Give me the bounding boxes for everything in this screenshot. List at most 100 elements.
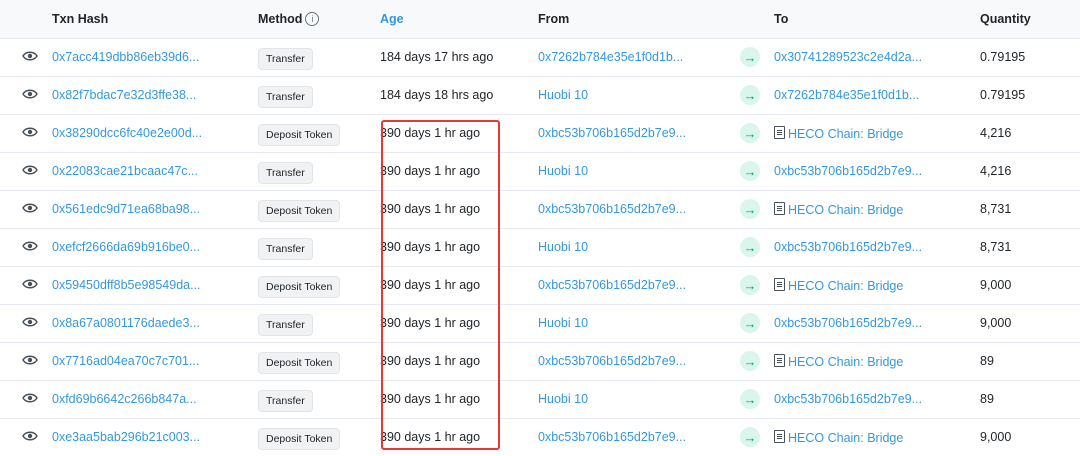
direction-cell: → (740, 342, 774, 380)
to-address-link[interactable]: HECO Chain: Bridge (788, 431, 903, 445)
from-address-link[interactable]: Huobi 10 (538, 88, 588, 102)
txn-hash-link[interactable]: 0x8a67a0801176daede3... (52, 316, 200, 330)
method-cell: Deposit Token (258, 190, 380, 228)
age-text: 390 days 1 hr ago (380, 240, 481, 254)
transactions-table: Txn Hash Method i Age From To Quantity 0x… (0, 0, 1080, 456)
to-address-link[interactable]: HECO Chain: Bridge (788, 355, 903, 369)
to-address-link[interactable]: 0x30741289523c2e4d2a... (774, 50, 922, 64)
to-address-link[interactable]: 0xbc53b706b165d2b7e9... (774, 164, 922, 178)
to-address-link[interactable]: HECO Chain: Bridge (788, 279, 903, 293)
quantity-cell: 4,216 (980, 152, 1080, 190)
header-quantity: Quantity (980, 0, 1080, 38)
arrow-right-icon: → (740, 199, 760, 219)
eye-icon[interactable] (22, 50, 38, 62)
txn-hash-link[interactable]: 0x22083cae21bcaac47c... (52, 164, 198, 178)
method-badge: Deposit Token (258, 124, 341, 146)
from-address-link[interactable]: 0xbc53b706b165d2b7e9... (538, 354, 686, 368)
method-badge: Transfer (258, 314, 313, 336)
header-age-label[interactable]: Age (380, 12, 404, 26)
txn-hash-link[interactable]: 0x38290dcc6fc40e2e00d... (52, 126, 202, 140)
method-badge: Deposit Token (258, 276, 341, 298)
from-address-link[interactable]: 0xbc53b706b165d2b7e9... (538, 278, 686, 292)
arrow-right-icon: → (740, 237, 760, 257)
info-icon[interactable]: i (305, 11, 320, 26)
eye-icon[interactable] (22, 316, 38, 328)
txn-hash-link[interactable]: 0xefcf2666da69b916be0... (52, 240, 200, 254)
header-view (0, 0, 52, 38)
txn-hash-link[interactable]: 0x82f7bdac7e32d3ffe38... (52, 88, 196, 102)
txn-hash-cell: 0x59450dff8b5e98549da... (52, 266, 258, 304)
from-cell: 0xbc53b706b165d2b7e9... (538, 418, 740, 456)
quantity-text: 9,000 (980, 278, 1012, 292)
method-badge: Transfer (258, 162, 313, 184)
from-address-link[interactable]: Huobi 10 (538, 316, 588, 330)
eye-icon[interactable] (22, 88, 38, 100)
view-cell (0, 152, 52, 190)
quantity-cell: 8,731 (980, 228, 1080, 266)
txn-hash-link[interactable]: 0x7716ad04ea70c7c701... (52, 354, 199, 368)
from-address-link[interactable]: Huobi 10 (538, 392, 588, 406)
quantity-cell: 4,216 (980, 114, 1080, 152)
from-address-link[interactable]: Huobi 10 (538, 164, 588, 178)
quantity-text: 9,000 (980, 316, 1012, 330)
view-cell (0, 228, 52, 266)
age-text: 390 days 1 hr ago (380, 430, 481, 445)
arrow-right-icon: → (740, 351, 760, 371)
method-cell: Transfer (258, 76, 380, 114)
txn-hash-link[interactable]: 0xfd69b6642c266b847a... (52, 392, 197, 406)
to-cell: HECO Chain: Bridge (774, 114, 980, 152)
age-text: 390 days 1 hr ago (380, 278, 481, 292)
txn-hash-link[interactable]: 0x561edc9d71ea68ba98... (52, 202, 200, 216)
eye-icon[interactable] (22, 278, 38, 290)
from-address-link[interactable]: 0xbc53b706b165d2b7e9... (538, 430, 686, 444)
document-icon (774, 429, 785, 443)
age-cell: 390 days 1 hr ago (380, 114, 538, 152)
from-cell: 0xbc53b706b165d2b7e9... (538, 342, 740, 380)
quantity-text: 4,216 (980, 164, 1012, 178)
table-row: 0x59450dff8b5e98549da... Deposit Token 3… (0, 266, 1080, 304)
to-address-link[interactable]: 0xbc53b706b165d2b7e9... (774, 316, 922, 330)
header-to: To (774, 0, 980, 38)
from-address-link[interactable]: Huobi 10 (538, 240, 588, 254)
eye-icon[interactable] (22, 392, 38, 404)
from-cell: Huobi 10 (538, 380, 740, 418)
age-cell: 390 days 1 hr ago (380, 190, 538, 228)
eye-icon[interactable] (22, 202, 38, 214)
quantity-text: 9,000 (980, 430, 1012, 445)
table-body: 0x7acc419dbb86eb39d6... Transfer 184 day… (0, 38, 1080, 456)
table-row: 0x22083cae21bcaac47c... Transfer 390 day… (0, 152, 1080, 190)
header-age[interactable]: Age (380, 0, 538, 38)
to-address-link[interactable]: 0xbc53b706b165d2b7e9... (774, 240, 922, 254)
age-cell: 184 days 17 hrs ago (380, 38, 538, 76)
eye-icon[interactable] (22, 354, 38, 366)
age-text: 184 days 17 hrs ago (380, 50, 494, 64)
to-address-link[interactable]: HECO Chain: Bridge (788, 203, 903, 217)
arrow-right-icon: → (740, 313, 760, 333)
txn-hash-cell: 0x82f7bdac7e32d3ffe38... (52, 76, 258, 114)
from-address-link[interactable]: 0x7262b784e35e1f0d1b... (538, 50, 683, 64)
arrow-right-icon: → (740, 427, 760, 448)
txn-hash-link[interactable]: 0x59450dff8b5e98549da... (52, 278, 201, 292)
view-cell (0, 304, 52, 342)
txn-hash-cell: 0xefcf2666da69b916be0... (52, 228, 258, 266)
from-address-link[interactable]: 0xbc53b706b165d2b7e9... (538, 126, 686, 140)
eye-icon[interactable] (22, 164, 38, 176)
quantity-cell: 0.79195 (980, 76, 1080, 114)
eye-icon[interactable] (22, 126, 38, 138)
eye-icon[interactable] (22, 430, 38, 442)
txn-hash-link[interactable]: 0xe3aa5bab296b21c003... (52, 430, 200, 444)
view-cell (0, 190, 52, 228)
eye-icon[interactable] (22, 240, 38, 252)
from-cell: 0x7262b784e35e1f0d1b... (538, 38, 740, 76)
age-text: 390 days 1 hr ago (380, 354, 481, 368)
to-address-link[interactable]: 0x7262b784e35e1f0d1b... (774, 88, 919, 102)
quantity-text: 89 (980, 392, 994, 406)
to-address-link[interactable]: HECO Chain: Bridge (788, 127, 903, 141)
to-address-link[interactable]: 0xbc53b706b165d2b7e9... (774, 392, 922, 406)
txn-hash-link[interactable]: 0x7acc419dbb86eb39d6... (52, 50, 199, 64)
header-method: Method i (258, 0, 380, 38)
txn-hash-cell: 0xe3aa5bab296b21c003... (52, 418, 258, 456)
from-cell: Huobi 10 (538, 152, 740, 190)
view-cell (0, 380, 52, 418)
from-address-link[interactable]: 0xbc53b706b165d2b7e9... (538, 202, 686, 216)
